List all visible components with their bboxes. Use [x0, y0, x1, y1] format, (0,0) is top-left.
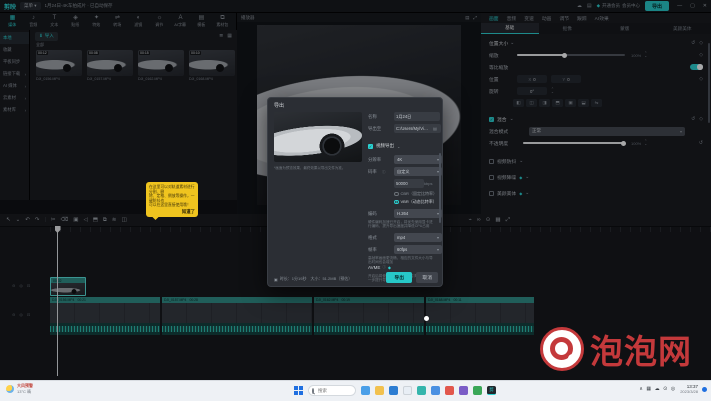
paopao-logo-icon — [540, 327, 584, 371]
resolution-label: 分辨率 — [368, 157, 381, 163]
watermark-text: 泡泡网 — [590, 325, 692, 373]
vbr-radio[interactable] — [394, 200, 399, 205]
clock-icon: ▣ — [274, 277, 278, 282]
taskbar: 大风预警 13°C 晴 剪 ∧ ▦ ☁ ⊙ ◎ 13:37 2023/3/28 — [0, 380, 711, 401]
dialog-scrollbar[interactable] — [439, 153, 441, 223]
taskbar-app-wechat[interactable] — [473, 386, 482, 395]
tooltip-text: 除、定格、倒放等操作，一键防抖也 — [149, 194, 195, 203]
taskbar-search[interactable] — [308, 385, 356, 396]
export-summary: ▣ 时长：1分19秒 大小：51.2MB（预估） — [274, 276, 352, 282]
fps-hint: 高帧率画面更流畅，相应的文件大小与导出时间也会增加 — [368, 256, 434, 265]
vbr-option[interactable]: VBR（动态比特率） — [394, 199, 437, 205]
search-icon — [312, 388, 314, 394]
date: 2023/3/28 — [680, 389, 698, 394]
feature-tooltip: 在这里可以对轨道素材进行分割、删 除、定格、倒放等操作，一键防抖也 可以在这里直… — [146, 182, 198, 217]
video-export-section[interactable]: ✓ 视频导出 ⌄ — [368, 143, 400, 149]
codec-label: 编码 — [368, 211, 377, 217]
tray-network-icon[interactable]: ⊙ — [663, 386, 667, 392]
tooltip-text: 可以在这里直接使用哦！ — [149, 203, 195, 208]
avme-row: AVME ⓘ ◆ — [368, 265, 391, 270]
start-button[interactable] — [294, 386, 303, 395]
tray-cloud-icon[interactable]: ☁ — [655, 386, 660, 392]
notification-badge[interactable] — [702, 387, 707, 392]
cbr-option[interactable]: CBR（固定比特率） — [394, 191, 437, 197]
taskbar-app-taskview[interactable] — [361, 386, 370, 395]
fps-dropdown[interactable]: 60fps▾ — [394, 245, 442, 254]
codec-hint: 硬件编码加速已开启，将优先使用显卡进行编码，提升导出速度并降低CPU占用 — [368, 220, 434, 229]
taskbar-app-store[interactable] — [417, 386, 426, 395]
taskbar-app-explorer[interactable] — [375, 386, 384, 395]
taskbar-app-jianying-active[interactable]: 剪 — [487, 386, 496, 395]
folder-icon: ▤ — [433, 126, 437, 131]
format-dropdown[interactable]: mp4▾ — [394, 233, 442, 242]
search-input[interactable] — [316, 387, 354, 394]
path-label: 导出至 — [368, 126, 381, 132]
export-preview — [274, 112, 362, 162]
weather-icon — [6, 385, 14, 393]
vip-diamond-icon: ◆ — [388, 265, 391, 270]
bitrate-label: 码率 — [368, 169, 377, 175]
weather-temp: 13°C 晴 — [17, 389, 33, 395]
chevron-down-icon: ⌄ — [397, 144, 400, 149]
dialog-export-button[interactable]: 导出 — [386, 272, 412, 283]
tray-shield-icon[interactable]: ▦ — [646, 386, 651, 392]
clock[interactable]: 13:37 2023/3/28 — [680, 384, 698, 394]
taskbar-app-edge[interactable] — [389, 386, 398, 395]
export-dialog: 导出 *画面为预览效果，最终效果以导出文件为准。 名称 1月24日 导出至 C:… — [267, 97, 443, 287]
info-icon: ⓘ — [382, 265, 386, 270]
resolution-dropdown[interactable]: 4K▾ — [394, 155, 442, 164]
bitrate-input[interactable]: 50000 — [394, 179, 424, 188]
taskbar-app-mail[interactable] — [431, 386, 440, 395]
watermark: 泡泡网 — [540, 325, 692, 373]
avme-label: AVME — [368, 265, 380, 270]
weather-widget[interactable]: 大风预警 13°C 晴 — [6, 383, 33, 395]
dialog-cancel-button[interactable]: 取消 — [416, 272, 438, 283]
video-export-checkbox[interactable]: ✓ — [368, 144, 373, 149]
bitrate-unit: kbps — [424, 181, 432, 186]
cbr-radio[interactable] — [394, 192, 399, 197]
bitrate-mode-dropdown[interactable]: 自定义▾ — [394, 167, 442, 176]
name-input[interactable]: 1月24日 — [394, 112, 440, 121]
preview-caption: *画面为预览效果，最终效果以导出文件为准。 — [274, 166, 366, 171]
tray-volume-icon[interactable]: ◎ — [671, 386, 675, 392]
tooltip-text: 在这里可以对轨道素材进行分割、删 — [149, 185, 195, 194]
codec-dropdown[interactable]: H.264▾ — [394, 209, 442, 218]
tray-expand-icon[interactable]: ∧ — [639, 386, 643, 392]
dialog-title: 导出 — [274, 102, 284, 109]
taskbar-app-settings[interactable] — [403, 386, 412, 395]
name-label: 名称 — [368, 114, 377, 120]
folder-browse-button[interactable]: ▤ — [429, 124, 441, 133]
path-input[interactable]: C:/Users/My/Videos/... — [394, 124, 431, 133]
info-icon: ⓘ — [382, 170, 386, 175]
taskbar-app-photos[interactable] — [445, 386, 454, 395]
tooltip-confirm-button[interactable]: 知道了 — [149, 209, 195, 215]
fps-label: 帧率 — [368, 247, 377, 253]
format-label: 格式 — [368, 235, 377, 241]
taskbar-app-music[interactable] — [459, 386, 468, 395]
